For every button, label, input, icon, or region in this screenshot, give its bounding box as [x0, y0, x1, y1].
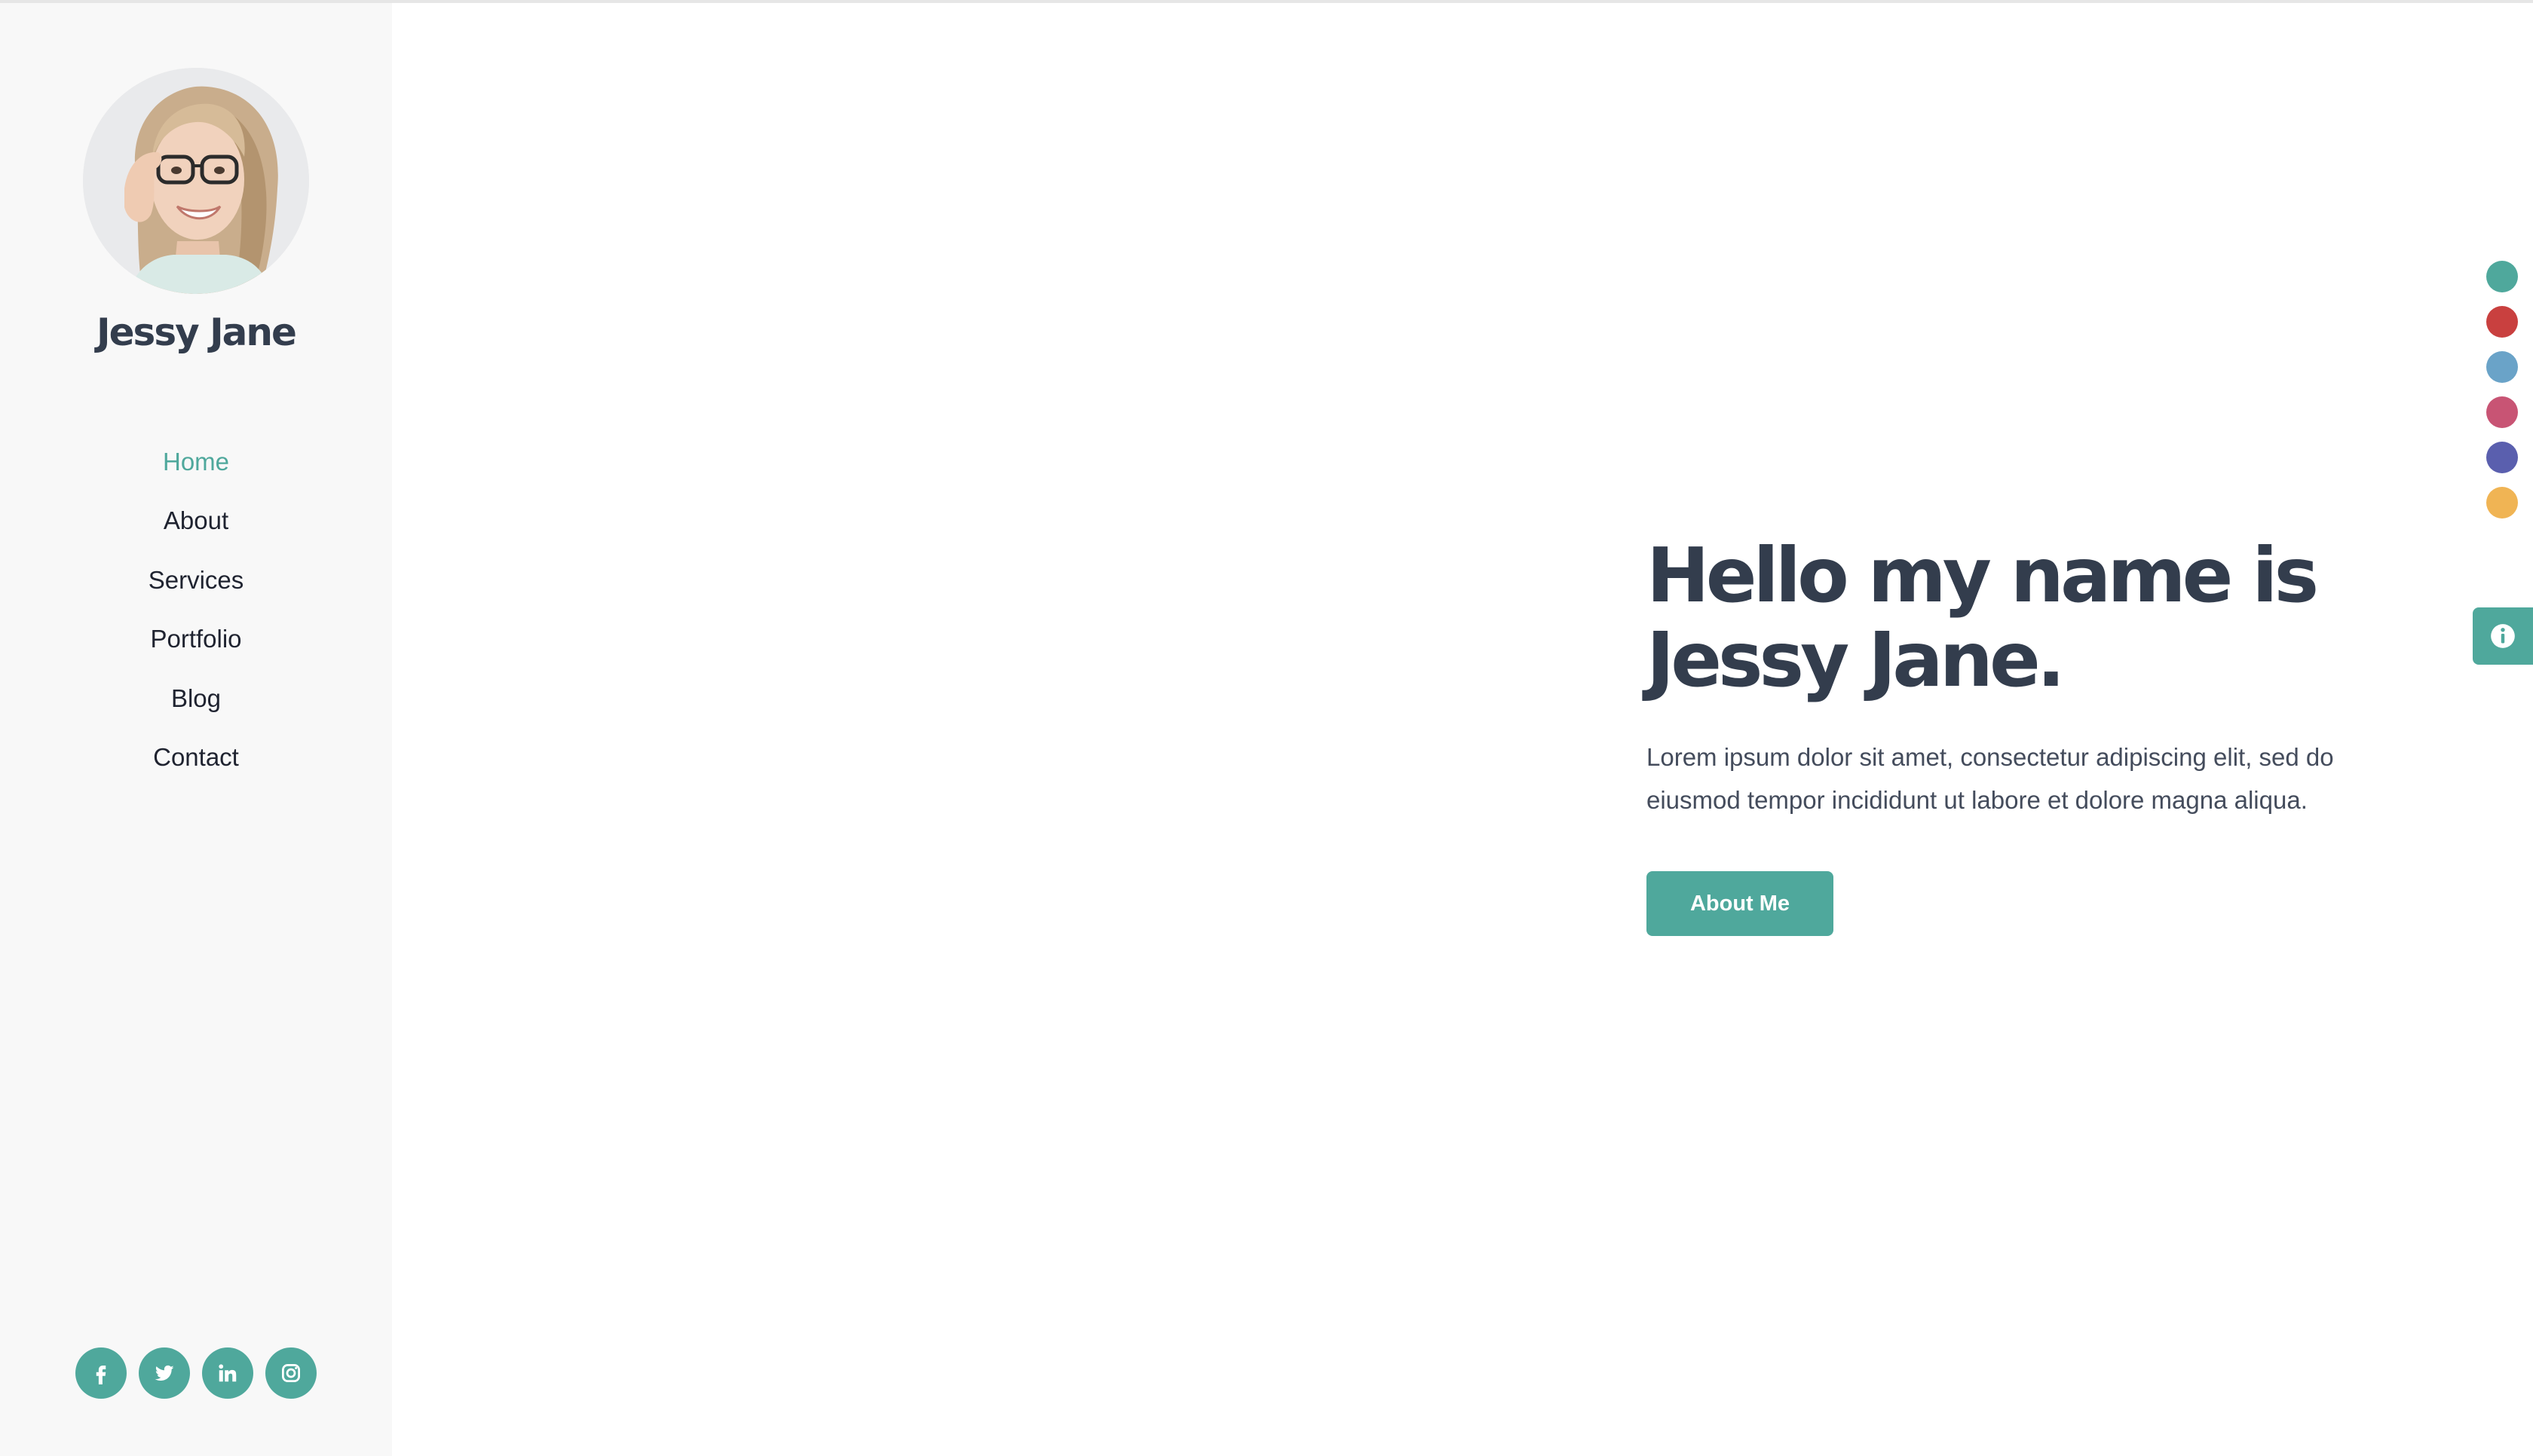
nav-item-portfolio[interactable]: Portfolio [0, 617, 392, 676]
color-swatch-teal[interactable] [2486, 261, 2518, 292]
hero-title-line-2: Jessy Jane. [1646, 616, 2066, 704]
twitter-icon [155, 1365, 174, 1381]
color-swatch-red[interactable] [2486, 306, 2518, 338]
nav-item-blog[interactable]: Blog [0, 677, 392, 736]
avatar [83, 68, 309, 294]
color-switcher [2486, 261, 2518, 532]
nav-item-services[interactable]: Services [0, 558, 392, 617]
avatar-image [83, 68, 309, 294]
facebook-button[interactable] [75, 1347, 127, 1399]
twitter-button[interactable] [139, 1347, 190, 1399]
sidebar: Jessy Jane Home About Services Portfolio… [0, 3, 392, 1456]
hero-title-line-1: Hello my name is [1646, 531, 2319, 619]
social-links [0, 1347, 392, 1399]
linkedin-button[interactable] [202, 1347, 253, 1399]
color-swatch-purple[interactable] [2486, 442, 2518, 473]
instagram-button[interactable] [265, 1347, 317, 1399]
facebook-icon [96, 1366, 106, 1384]
info-icon [2491, 624, 2515, 648]
nav-item-contact[interactable]: Contact [0, 736, 392, 794]
nav-item-about[interactable]: About [0, 499, 392, 558]
info-tab-button[interactable] [2473, 607, 2533, 665]
profile-name: Jessy Jane [96, 310, 297, 354]
main-nav: Home About Services Portfolio Blog Conta… [0, 440, 392, 794]
instagram-icon [282, 1364, 300, 1382]
color-swatch-pink[interactable] [2486, 396, 2518, 428]
hero-title: Hello my name is Jessy Jane. [1646, 534, 2446, 702]
hero-description: Lorem ipsum dolor sit amet, consectetur … [1646, 743, 2334, 814]
color-swatch-blue[interactable] [2486, 351, 2518, 383]
linkedin-icon [219, 1364, 237, 1382]
about-me-button[interactable]: About Me [1646, 871, 1833, 936]
nav-item-home[interactable]: Home [0, 440, 392, 499]
page: Jessy Jane Home About Services Portfolio… [0, 0, 2533, 1456]
color-swatch-yellow[interactable] [2486, 487, 2518, 518]
